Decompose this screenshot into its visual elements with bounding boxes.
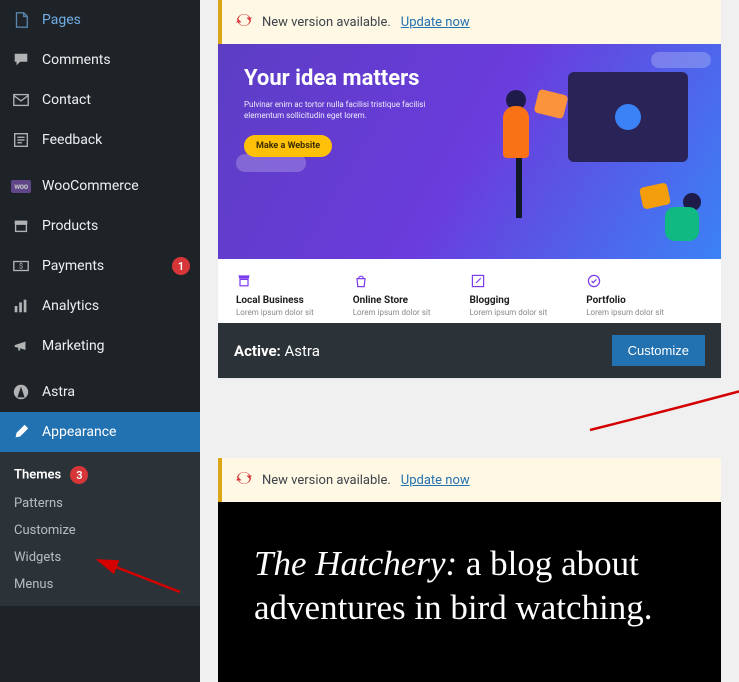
feature-online-store: Online Store Lorem ipsum dolor sit xyxy=(353,273,470,317)
sidebar-item-marketing[interactable]: Marketing xyxy=(0,326,200,366)
monitor-icon xyxy=(568,72,688,162)
update-notice: New version available. Update now xyxy=(218,458,721,502)
sidebar-label: Feedback xyxy=(42,132,190,148)
hero-cta: Make a Website xyxy=(244,135,332,157)
sidebar-item-appearance[interactable]: Appearance xyxy=(0,412,200,452)
theme-card-hatchery[interactable]: New version available. Update now The Ha… xyxy=(218,458,721,682)
sidebar-label: Appearance xyxy=(42,424,190,440)
active-prefix: Active: xyxy=(234,342,281,360)
active-theme-name: Astra xyxy=(285,342,320,360)
submenu-label: Customize xyxy=(14,523,76,538)
sidebar-item-woocommerce[interactable]: woo WooCommerce xyxy=(0,166,200,206)
sidebar-item-feedback[interactable]: Feedback xyxy=(0,120,200,160)
sidebar-item-products[interactable]: Products xyxy=(0,206,200,246)
submenu-widgets[interactable]: Widgets xyxy=(0,544,200,571)
submenu-label: Patterns xyxy=(14,496,63,511)
active-theme-bar: Active: Astra Customize xyxy=(218,323,721,378)
notice-text: New version available. xyxy=(262,473,391,488)
sidebar-label: Astra xyxy=(42,384,190,400)
submenu-label: Widgets xyxy=(14,550,61,565)
sidebar-item-analytics[interactable]: Analytics xyxy=(0,286,200,326)
comments-icon xyxy=(10,50,32,70)
title-italic: The Hatchery: xyxy=(254,544,457,583)
preview-title: The Hatchery: a blog about adventures in… xyxy=(254,542,685,630)
feature-blogging: Blogging Lorem ipsum dolor sit xyxy=(470,273,587,317)
count-badge: 1 xyxy=(172,257,190,275)
sidebar-label: Contact xyxy=(42,92,190,108)
feature-label: Blogging xyxy=(470,295,587,306)
update-notice: New version available. Update now xyxy=(218,0,721,44)
envelope-icon xyxy=(10,90,32,110)
sidebar-item-pages[interactable]: Pages xyxy=(0,0,200,40)
check-circle-icon xyxy=(586,273,602,289)
brush-icon xyxy=(10,422,32,442)
hero-title: Your idea matters xyxy=(244,66,464,91)
submenu-label: Menus xyxy=(14,577,53,592)
edit-icon xyxy=(470,273,486,289)
appearance-submenu: Themes 3 Patterns Customize Widgets Menu… xyxy=(0,452,200,606)
submenu-patterns[interactable]: Patterns xyxy=(0,490,200,517)
sidebar-label: WooCommerce xyxy=(42,178,190,194)
person-illustration xyxy=(665,193,701,241)
sidebar-item-comments[interactable]: Comments xyxy=(0,40,200,80)
count-badge: 3 xyxy=(70,466,88,484)
sidebar-item-astra[interactable]: Astra xyxy=(0,372,200,412)
bag-icon xyxy=(353,273,369,289)
theme-preview: Your idea matters Pulvinar enim ac torto… xyxy=(218,44,721,259)
sidebar-label: Pages xyxy=(42,12,190,28)
svg-text:$: $ xyxy=(19,262,23,271)
feature-portfolio: Portfolio Lorem ipsum dolor sit xyxy=(586,273,703,317)
submenu-customize[interactable]: Customize xyxy=(0,517,200,544)
feature-label: Online Store xyxy=(353,295,470,306)
sidebar-label: Payments xyxy=(42,258,166,274)
sidebar-item-payments[interactable]: $ Payments 1 xyxy=(0,246,200,286)
form-icon xyxy=(10,130,32,150)
customize-button[interactable]: Customize xyxy=(612,335,705,366)
features-row: Local Business Lorem ipsum dolor sit Onl… xyxy=(218,259,721,323)
refresh-icon xyxy=(236,470,252,490)
sidebar-label: Products xyxy=(42,218,190,234)
update-now-link[interactable]: Update now xyxy=(401,15,470,30)
hero: Your idea matters Pulvinar enim ac torto… xyxy=(244,66,464,157)
sidebar-label: Analytics xyxy=(42,298,190,314)
illustration xyxy=(488,62,711,249)
theme-card-astra[interactable]: New version available. Update now Your i… xyxy=(218,0,721,378)
pages-icon xyxy=(10,10,32,30)
sidebar-label: Comments xyxy=(42,52,190,68)
content-area: New version available. Update now Your i… xyxy=(200,0,739,682)
chart-icon xyxy=(10,296,32,316)
feature-label: Portfolio xyxy=(586,295,703,306)
store-icon xyxy=(236,273,252,289)
archive-icon xyxy=(10,216,32,236)
active-theme-label: Active: Astra xyxy=(234,342,320,360)
refresh-icon xyxy=(236,12,252,32)
update-now-link[interactable]: Update now xyxy=(401,473,470,488)
person-illustration xyxy=(506,90,529,218)
cash-icon: $ xyxy=(10,256,32,276)
theme-preview: The Hatchery: a blog about adventures in… xyxy=(218,502,721,682)
feature-local-business: Local Business Lorem ipsum dolor sit xyxy=(236,273,353,317)
hero-subtitle: Pulvinar enim ac tortor nulla facilisi t… xyxy=(244,99,464,121)
admin-sidebar: Pages Comments Contact Feedback woo WooC… xyxy=(0,0,200,682)
submenu-menus[interactable]: Menus xyxy=(0,571,200,598)
megaphone-icon xyxy=(10,336,32,356)
submenu-themes[interactable]: Themes 3 xyxy=(0,460,200,490)
astra-icon xyxy=(10,382,32,402)
woo-icon: woo xyxy=(10,176,32,196)
notice-text: New version available. xyxy=(262,15,391,30)
sidebar-label: Marketing xyxy=(42,338,190,354)
sidebar-item-contact[interactable]: Contact xyxy=(0,80,200,120)
feature-label: Local Business xyxy=(236,295,353,306)
submenu-label: Themes xyxy=(14,468,61,483)
